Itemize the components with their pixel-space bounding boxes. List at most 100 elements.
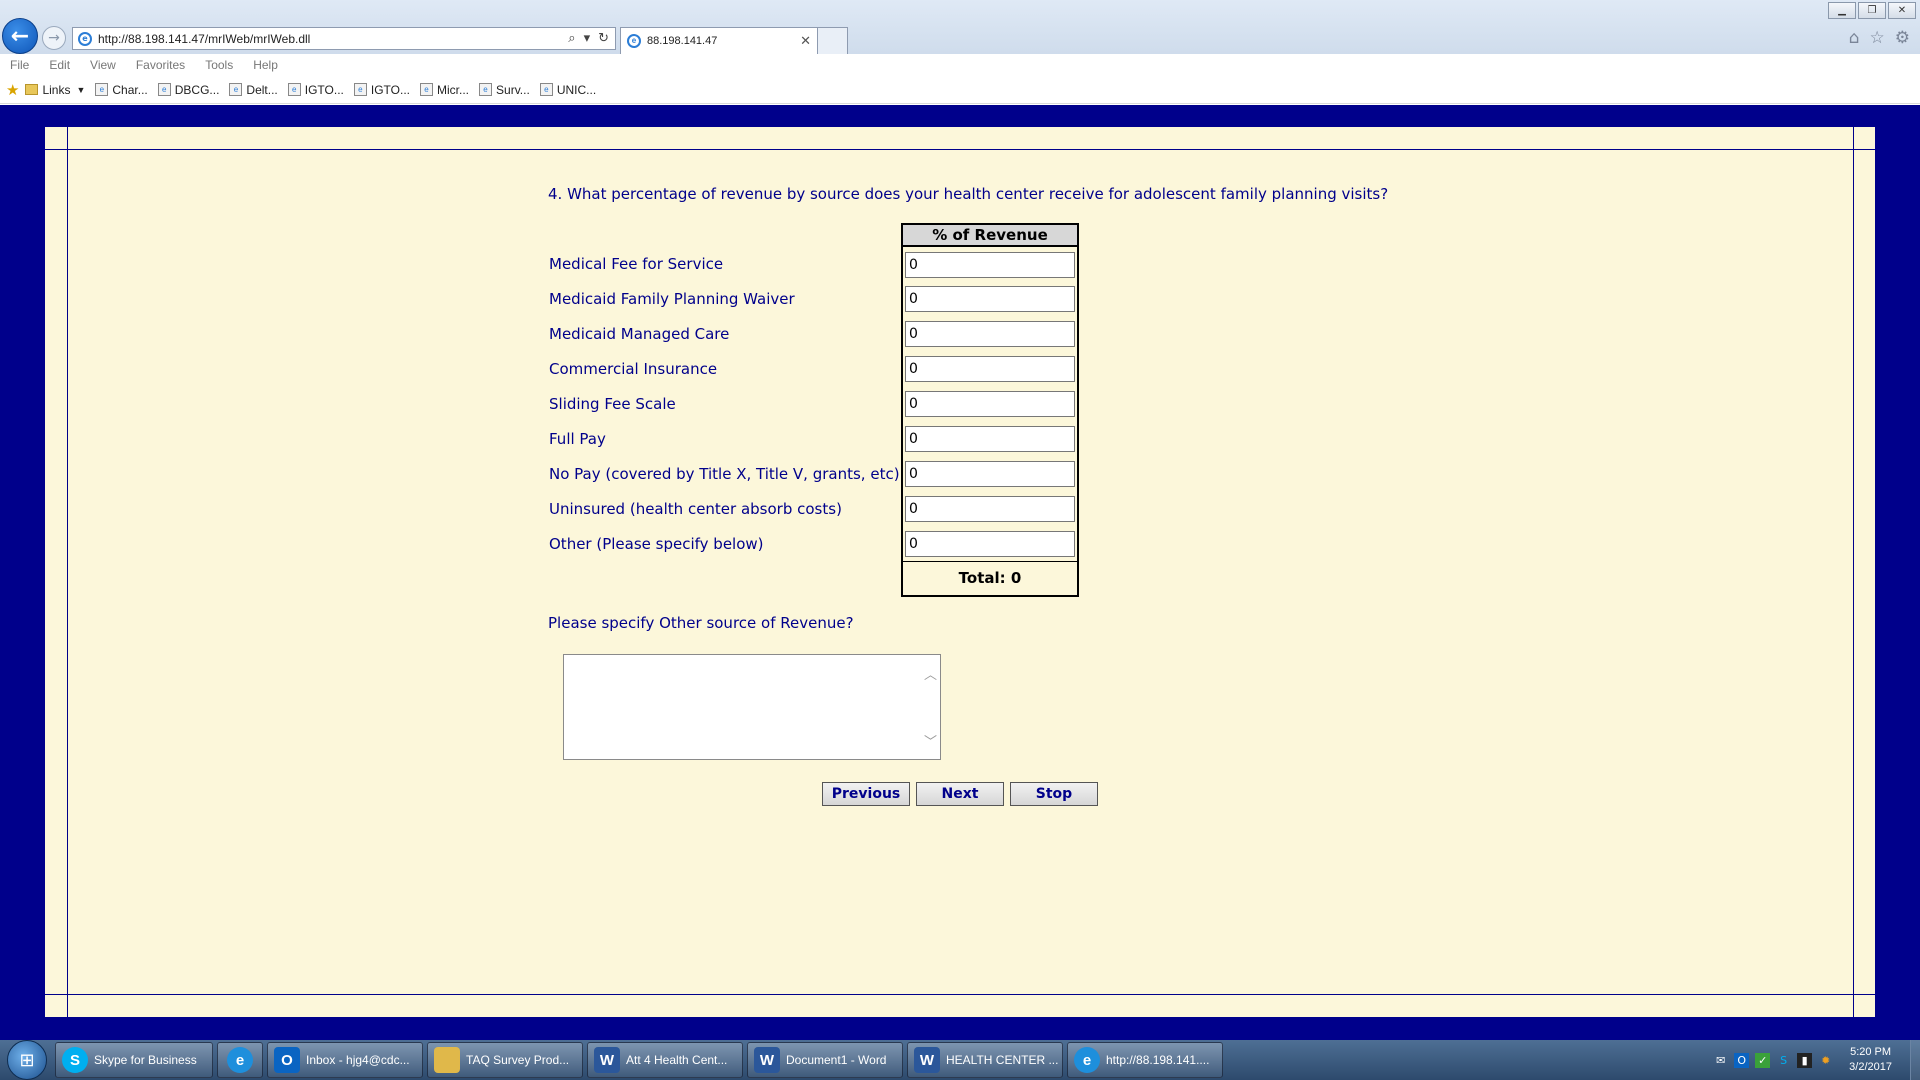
menu-view[interactable]: View <box>90 58 116 72</box>
revenue-input-other[interactable] <box>905 530 1075 557</box>
tab-title: 88.198.141.47 <box>647 35 718 47</box>
browser-tab[interactable]: e 88.198.141.47 ✕ <box>620 27 818 54</box>
row-label: No Pay (covered by Title X, Title V, gra… <box>549 464 900 483</box>
taskbar-clock[interactable]: 5:20 PM 3/2/2017 <box>1849 1045 1892 1075</box>
close-tab-icon[interactable]: ✕ <box>800 33 811 49</box>
taskbar-item-ie[interactable]: e <box>217 1042 263 1078</box>
revenue-input-full-pay[interactable] <box>905 426 1075 452</box>
favorite-item[interactable]: e IGTO... <box>353 83 410 97</box>
restore-icon: ❐ <box>1867 5 1877 16</box>
table-row: Medicaid Family Planning Waiver <box>548 281 1079 316</box>
taskbar-item-skype[interactable]: S Skype for Business <box>55 1042 213 1078</box>
total-value: Total: 0 <box>901 560 1079 597</box>
favorite-item[interactable]: e DBCG... <box>157 82 220 97</box>
outlook-tray-icon[interactable]: O <box>1734 1052 1750 1068</box>
address-bar[interactable]: e http://88.198.141.47/mrIWeb/mrIWeb.dll… <box>72 27 616 50</box>
taskbar-item-ie-window[interactable]: e http://88.198.141.... <box>1067 1042 1223 1078</box>
taskbar-item-outlook[interactable]: O Inbox - hjg4@cdc... <box>267 1042 423 1078</box>
table-header-row: % of Revenue <box>548 223 1079 247</box>
close-icon: ✕ <box>1897 5 1907 16</box>
show-desktop-button[interactable] <box>1910 1040 1920 1080</box>
revenue-input-no-pay[interactable] <box>905 461 1075 487</box>
forward-arrow-icon: → <box>48 30 60 46</box>
favorite-item[interactable]: e Delt... <box>229 83 278 97</box>
page-icon: e <box>157 83 171 96</box>
mail-icon[interactable]: ✉ <box>1713 1053 1728 1068</box>
taskbar-item-label: Skype for Business <box>94 1053 197 1067</box>
favorite-item[interactable]: e Char... <box>95 83 148 97</box>
header-spacer <box>548 224 902 246</box>
table-row: Commercial Insurance <box>548 351 1079 386</box>
word-icon: W <box>754 1047 780 1073</box>
taskbar-item-word-health-center[interactable]: W HEALTH CENTER ... <box>907 1042 1063 1078</box>
skype-tray-icon[interactable]: S <box>1776 1053 1791 1068</box>
search-icon[interactable]: ⌕ <box>568 31 575 46</box>
ie-icon: e <box>1074 1047 1100 1073</box>
revenue-input-medicaid-managed-care[interactable] <box>905 321 1075 347</box>
column-header: % of Revenue <box>901 223 1079 247</box>
minimize-button[interactable]: ▁ <box>1828 2 1856 19</box>
taskbar-item-word-att4[interactable]: W Att 4 Health Cent... <box>587 1042 743 1078</box>
navigation-buttons: Previous Next Stop <box>822 782 1098 806</box>
windows-logo-icon: ⊞ <box>19 1049 35 1071</box>
browser-title-bar: ← → e http://88.198.141.47/mrIWeb/mrIWeb… <box>0 0 1920 54</box>
favorite-label: Links <box>42 82 71 97</box>
menu-bar: File Edit View Favorites Tools Help <box>0 54 1920 76</box>
favorites-bar: ★ Links ▼ e Char... e DBCG... e Delt... e IG… <box>0 76 1920 104</box>
revenue-input-uninsured[interactable] <box>905 496 1075 522</box>
chevron-down-icon[interactable]: ▾ <box>584 31 591 46</box>
folder-icon <box>25 84 39 95</box>
word-icon: W <box>914 1047 940 1073</box>
taskbar-item-word-document1[interactable]: W Document1 - Word <box>747 1042 903 1078</box>
page-icon: e <box>479 83 493 96</box>
favorite-item[interactable]: e Surv... <box>479 83 530 97</box>
menu-favorites[interactable]: Favorites <box>136 58 185 72</box>
minimize-icon: ▁ <box>1838 5 1846 16</box>
menu-tools[interactable]: Tools <box>205 58 233 72</box>
close-window-button[interactable]: ✕ <box>1888 2 1916 19</box>
check-icon[interactable]: ✓ <box>1755 1052 1771 1068</box>
frame-divider <box>45 149 1875 150</box>
previous-button[interactable]: Previous <box>822 782 910 806</box>
refresh-icon[interactable]: ↻ <box>598 31 609 46</box>
revenue-input-medicaid-waiver[interactable] <box>905 286 1075 312</box>
favorite-item[interactable]: e UNIC... <box>539 82 597 97</box>
page-icon: e <box>229 83 243 96</box>
revenue-table: % of Revenue Medical Fee for Service Med… <box>548 223 1079 597</box>
menu-file[interactable]: File <box>10 58 29 72</box>
stop-button[interactable]: Stop <box>1010 782 1098 806</box>
favorite-item[interactable]: e IGTO... <box>287 83 344 97</box>
menu-edit[interactable]: Edit <box>49 58 70 72</box>
favorites-star-icon[interactable]: ☆ <box>1870 28 1885 48</box>
next-button[interactable]: Next <box>916 782 1004 806</box>
table-row: Sliding Fee Scale <box>548 386 1079 421</box>
sun-icon[interactable]: ✹ <box>1818 1053 1833 1068</box>
favorite-item[interactable]: e Micr... <box>420 83 469 97</box>
row-label: Sliding Fee Scale <box>549 394 676 413</box>
favorite-label: UNIC... <box>556 82 597 97</box>
address-url[interactable]: http://88.198.141.47/mrIWeb/mrIWeb.dll <box>98 32 568 46</box>
ie-icon: e <box>227 1047 253 1073</box>
revenue-input-medical-fee[interactable] <box>905 251 1075 278</box>
forward-button[interactable]: → <box>42 26 66 50</box>
back-button[interactable]: ← <box>2 18 38 54</box>
revenue-input-sliding-fee[interactable] <box>905 391 1075 417</box>
page-icon: e <box>353 83 367 96</box>
network-icon[interactable]: ▮ <box>1797 1052 1813 1068</box>
specify-other-textarea[interactable] <box>563 654 941 760</box>
specify-other-label: Please specify Other source of Revenue? <box>548 614 854 632</box>
home-icon[interactable]: ⌂ <box>1849 28 1860 48</box>
favorites-add-icon[interactable]: ★ <box>6 81 19 99</box>
favorite-label: DBCG... <box>174 82 220 97</box>
table-row: Medicaid Managed Care <box>548 316 1079 351</box>
revenue-input-commercial-insurance[interactable] <box>905 356 1075 382</box>
gear-icon[interactable]: ⚙ <box>1895 28 1910 48</box>
new-tab-button[interactable] <box>818 27 848 54</box>
taskbar-item-folder[interactable]: TAQ Survey Prod... <box>427 1042 583 1078</box>
table-total-row: Total: 0 <box>548 560 1079 597</box>
menu-help[interactable]: Help <box>253 58 278 72</box>
start-button[interactable]: ⊞ <box>7 1040 47 1080</box>
favorites-links[interactable]: Links ▼ <box>25 83 85 97</box>
row-label: Medicaid Managed Care <box>549 324 730 343</box>
restore-button[interactable]: ❐ <box>1858 2 1886 19</box>
